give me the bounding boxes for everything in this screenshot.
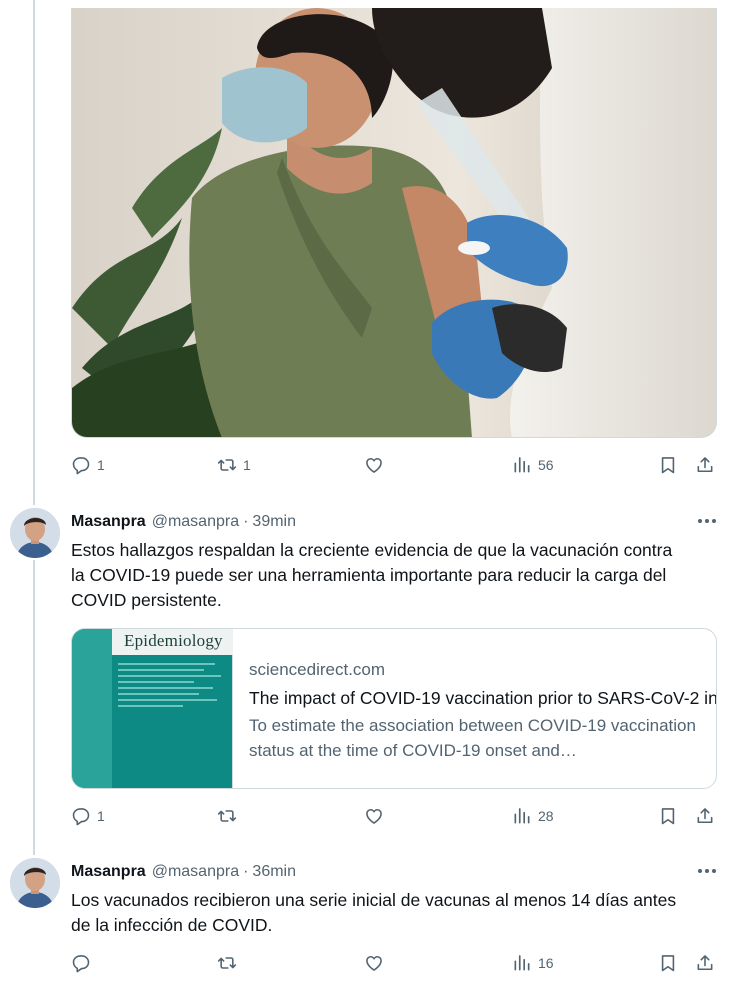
heart-icon [366, 955, 382, 971]
more-options-button[interactable] [692, 511, 722, 531]
views-button[interactable]: 16 [512, 953, 554, 973]
retweet-arrows-icon [217, 957, 237, 969]
retweet-arrows-icon [217, 810, 237, 822]
heart-icon [366, 808, 382, 824]
user-handle[interactable]: @masanpra [152, 863, 239, 881]
share-upload-icon [697, 808, 713, 824]
reply-button[interactable]: 1 [71, 455, 105, 475]
share-upload-icon [697, 457, 713, 473]
retweet-button[interactable]: 1 [217, 455, 251, 475]
tweet-actions: 1 1 56 [71, 455, 717, 479]
speech-bubble-icon [72, 808, 90, 826]
reply-count: 1 [97, 457, 105, 473]
link-card[interactable]: Epidemiology sciencedirect.com The impac… [71, 628, 717, 789]
journal-title: Epidemiology [124, 631, 223, 650]
journal-cover-text-lines [118, 663, 226, 711]
timestamp[interactable]: 39min [252, 513, 296, 531]
share-button[interactable] [695, 806, 715, 826]
reply-button[interactable] [71, 953, 97, 973]
card-thumbnail: Epidemiology [72, 629, 233, 788]
share-button[interactable] [695, 953, 715, 973]
bookmark-button[interactable] [658, 806, 678, 826]
speech-bubble-icon [72, 955, 90, 973]
bookmark-button[interactable] [658, 953, 678, 973]
bar-chart-icon [514, 955, 530, 971]
reply-count: 1 [97, 808, 105, 824]
speech-bubble-icon [72, 457, 90, 475]
retweet-arrows-icon [217, 459, 237, 471]
avatar[interactable] [10, 508, 60, 558]
thread-connector [33, 0, 35, 505]
retweet-button[interactable] [217, 806, 243, 826]
heart-icon [366, 457, 382, 473]
separator-dot: · [243, 513, 249, 530]
bookmark-icon [661, 457, 675, 474]
views-count: 16 [538, 955, 554, 971]
tweet-media-photo[interactable] [71, 8, 717, 438]
more-dots-icon [698, 519, 716, 523]
avatar[interactable] [10, 858, 60, 908]
separator-dot: · [243, 863, 249, 880]
like-button[interactable] [364, 953, 390, 973]
like-button[interactable] [364, 806, 390, 826]
retweet-button[interactable] [217, 953, 243, 973]
bookmark-button[interactable] [658, 455, 678, 475]
tweet-actions: 16 [71, 953, 717, 977]
display-name[interactable]: Masanpra [71, 863, 146, 881]
bookmark-icon [661, 955, 675, 972]
timestamp[interactable]: 36min [252, 863, 296, 881]
bar-chart-icon [514, 808, 530, 824]
views-count: 56 [538, 457, 554, 473]
retweet-count: 1 [243, 457, 251, 473]
tweet-header: Masanpra @masanpra · 39min [71, 511, 296, 533]
card-title: The impact of COVID-19 vaccination prior… [249, 688, 716, 708]
card-description: To estimate the association between COVI… [249, 716, 696, 760]
views-button[interactable]: 56 [512, 455, 554, 475]
views-button[interactable]: 28 [512, 806, 554, 826]
tweet-text: Los vacunados recibieron una serie inici… [71, 890, 677, 935]
share-button[interactable] [695, 455, 715, 475]
reply-button[interactable]: 1 [71, 806, 105, 826]
like-button[interactable] [364, 455, 390, 475]
more-options-button[interactable] [692, 861, 722, 881]
user-handle[interactable]: @masanpra [152, 513, 239, 531]
share-upload-icon [697, 955, 713, 971]
journal-cover-band [72, 629, 112, 788]
display-name[interactable]: Masanpra [71, 513, 146, 531]
bookmark-icon [661, 808, 675, 825]
tweet-text: Estos hallazgos respaldan la creciente e… [71, 540, 673, 610]
tweet-header: Masanpra @masanpra · 36min [71, 861, 296, 883]
card-domain: sciencedirect.com [249, 660, 386, 679]
bar-chart-icon [514, 457, 530, 473]
thread-connector [33, 560, 35, 855]
views-count: 28 [538, 808, 554, 824]
more-dots-icon [698, 869, 716, 873]
card-body: sciencedirect.com The impact of COVID-19… [233, 629, 716, 788]
tweet-actions: 1 28 [71, 806, 717, 830]
